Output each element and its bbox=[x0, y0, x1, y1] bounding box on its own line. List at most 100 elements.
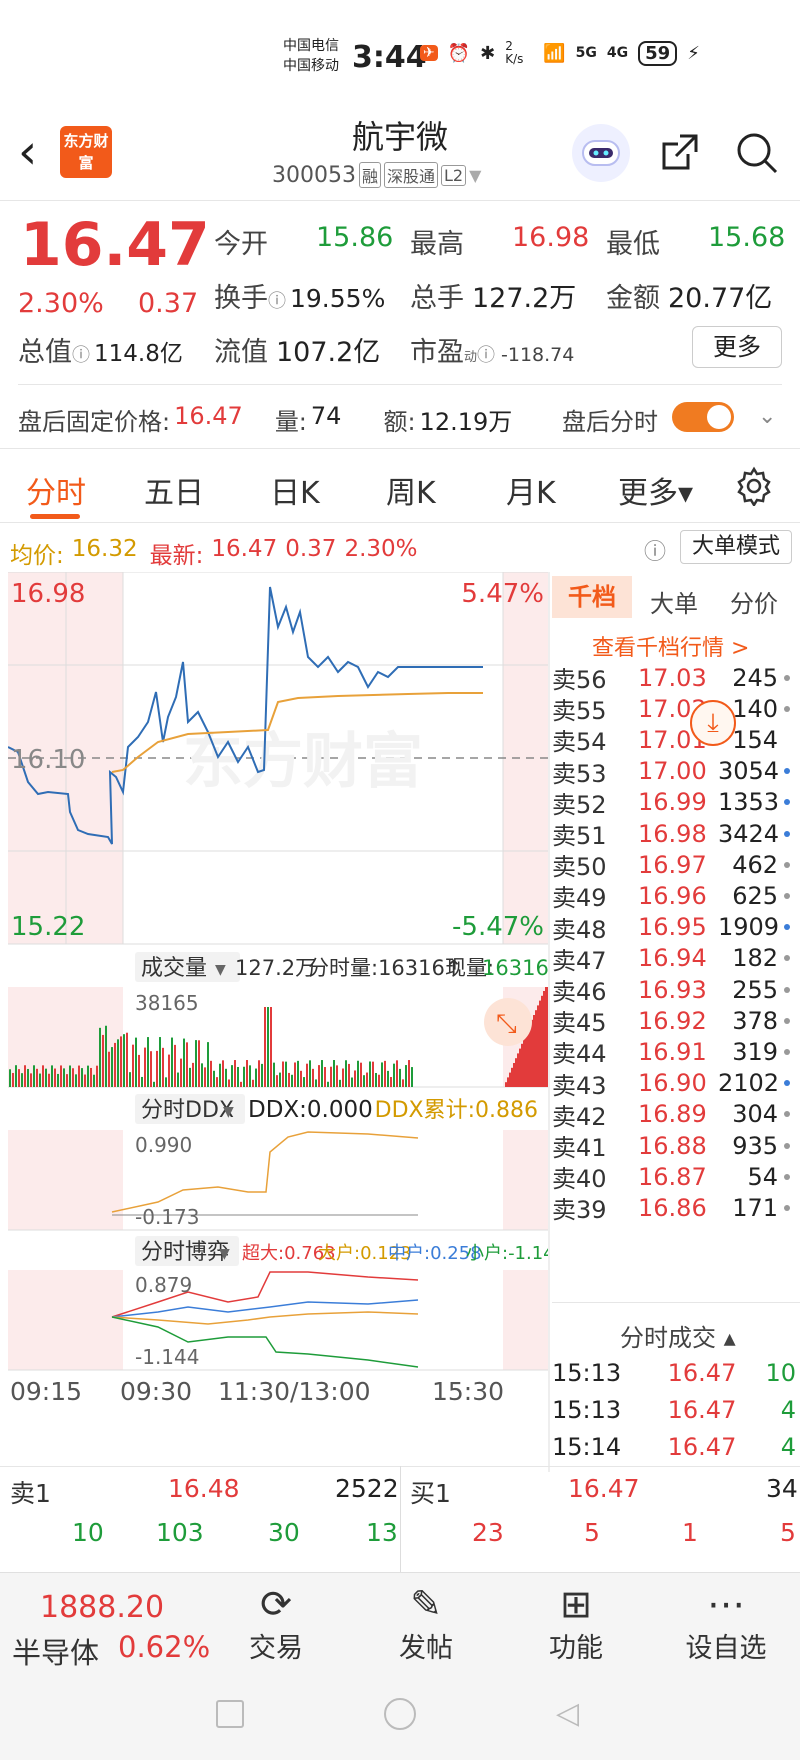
tab-month-k[interactable]: 月K bbox=[506, 468, 556, 512]
level-row: 卖54 17.01 154 bbox=[552, 725, 778, 757]
volume-bar bbox=[237, 1066, 239, 1087]
help-icon[interactable]: ⓘ bbox=[644, 534, 666, 566]
volume-bar bbox=[15, 1065, 17, 1087]
volume-bar bbox=[210, 1060, 212, 1087]
stock-code: 300053 bbox=[272, 162, 356, 188]
more-button[interactable]: 更多 bbox=[692, 326, 782, 368]
volume-bar bbox=[222, 1060, 224, 1087]
volume-bar bbox=[105, 1025, 107, 1087]
nav-post[interactable]: ✎ 发帖 bbox=[376, 1582, 476, 1665]
nav-functions[interactable]: ⊞ 功能 bbox=[526, 1582, 626, 1665]
volume-bar bbox=[45, 1068, 47, 1087]
volume-bar bbox=[198, 1040, 200, 1087]
volume-bar bbox=[300, 1070, 302, 1087]
volume-bar bbox=[144, 1047, 146, 1087]
nav-add-watchlist[interactable]: ⋯ 设自选 bbox=[676, 1582, 776, 1665]
level-row: 卖40 16.87 54 bbox=[552, 1159, 796, 1194]
volume-bar bbox=[333, 1060, 335, 1087]
tab-minute[interactable]: 分时 bbox=[26, 468, 86, 512]
volume-bar bbox=[543, 991, 545, 1087]
volume-split: 分时量:16316↑ bbox=[308, 956, 462, 980]
index-value[interactable]: 1888.20 bbox=[40, 1590, 164, 1625]
index-name[interactable]: 半导体 bbox=[12, 1630, 99, 1672]
amount-row: 金额 20.77亿 bbox=[606, 283, 773, 314]
volume-bar bbox=[505, 1082, 507, 1087]
tab-week-k[interactable]: 周K bbox=[386, 468, 436, 512]
volume-bar bbox=[267, 1007, 269, 1087]
volume-bar bbox=[303, 1077, 305, 1087]
level-row: 卖52 16.99 1353 bbox=[552, 785, 796, 820]
view-levels-link[interactable]: 查看千档行情 > bbox=[592, 630, 749, 662]
volume-bar bbox=[342, 1068, 344, 1087]
volume-bar bbox=[321, 1060, 323, 1087]
intraday-chart[interactable]: 东方财富 16.98 16.10 15.22 5.47% -5.47% 成交量 … bbox=[8, 572, 548, 1452]
share-icon[interactable] bbox=[658, 130, 702, 181]
game-max-label: 0.879 bbox=[135, 1273, 192, 1297]
settings-gear-icon[interactable] bbox=[734, 466, 774, 510]
chevron-down-icon[interactable]: ⌄ bbox=[758, 404, 776, 429]
nav-trade[interactable]: ⟳ 交易 bbox=[226, 1582, 326, 1665]
high-value: 16.98 bbox=[512, 222, 590, 253]
volume-bar bbox=[351, 1077, 353, 1087]
time-label: 11:30/13:00 bbox=[218, 1377, 371, 1406]
home-button[interactable] bbox=[384, 1698, 416, 1730]
tab-more[interactable]: 更多▾ bbox=[618, 468, 693, 512]
volume-bar bbox=[204, 1067, 206, 1087]
tab-thousand-levels[interactable]: 千档 bbox=[552, 576, 632, 618]
volume-bar bbox=[258, 1060, 260, 1087]
volume-bar bbox=[318, 1065, 320, 1087]
divider bbox=[0, 522, 800, 523]
recent-apps-button[interactable] bbox=[216, 1700, 244, 1728]
divider bbox=[548, 572, 550, 1472]
tab-day-k[interactable]: 日K bbox=[270, 468, 320, 512]
volume-bar bbox=[30, 1073, 32, 1087]
open-row: 今开 bbox=[214, 229, 268, 260]
volume-bar bbox=[357, 1060, 359, 1087]
search-icon[interactable] bbox=[734, 130, 780, 183]
volume-bar bbox=[189, 1067, 191, 1087]
volume-bar bbox=[225, 1068, 227, 1087]
tab-price-split[interactable]: 分价 bbox=[730, 584, 778, 619]
volume-bar bbox=[294, 1062, 296, 1087]
after-hours-toggle-label: 盘后分时 bbox=[562, 408, 658, 436]
volume-bar bbox=[285, 1061, 287, 1087]
sell1-volume: 2522 bbox=[335, 1474, 399, 1503]
volume-bar bbox=[384, 1060, 386, 1087]
volume-bar bbox=[21, 1073, 23, 1087]
level-row: 卖47 16.94 182 bbox=[552, 941, 796, 976]
game-title: 分时博弈 bbox=[141, 1240, 229, 1265]
volume-bar bbox=[411, 1067, 413, 1087]
volume-bar bbox=[372, 1061, 374, 1087]
volume-bar bbox=[219, 1063, 221, 1087]
volume-bar bbox=[378, 1074, 380, 1087]
deal-row: 15:14 16.47 4 bbox=[552, 1432, 796, 1461]
last-price: 16.47 bbox=[20, 210, 210, 280]
back-nav-button[interactable]: ◁ bbox=[556, 1696, 579, 1731]
deals-title[interactable]: 分时成交 ▴ bbox=[620, 1318, 736, 1353]
bluetooth-icon: ✱ bbox=[480, 42, 496, 64]
tab-five-day[interactable]: 五日 bbox=[144, 468, 204, 512]
after-hours-toggle[interactable] bbox=[672, 402, 734, 432]
high-label: 最高 bbox=[410, 229, 464, 260]
volume-bar bbox=[330, 1066, 332, 1087]
volume-bar bbox=[261, 1063, 263, 1087]
volume-bar bbox=[369, 1061, 371, 1087]
volume-bar bbox=[541, 995, 543, 1087]
volume-bar bbox=[63, 1068, 65, 1087]
tab-big-order[interactable]: 大单 bbox=[650, 584, 698, 619]
index-pct[interactable]: 0.62% bbox=[118, 1630, 210, 1664]
volume-bar bbox=[327, 1081, 329, 1087]
volume-bar bbox=[183, 1038, 185, 1087]
ai-assistant-icon[interactable] bbox=[572, 124, 630, 182]
volume-bar bbox=[90, 1067, 92, 1087]
app-notification-icon: ✈ bbox=[420, 45, 438, 61]
volume-bar bbox=[324, 1067, 326, 1087]
float-row: 流值 107.2亿 bbox=[214, 337, 381, 368]
volume-bar bbox=[87, 1065, 89, 1087]
status-icons: ✈ ⏰ ✱ 2 K/s 📶 5G 4G 59 ⚡ bbox=[420, 40, 700, 66]
volume-bar bbox=[102, 1034, 104, 1087]
download-icon[interactable]: ⤓ bbox=[690, 700, 736, 746]
volume-bar bbox=[255, 1068, 257, 1087]
ddx-max-label: 0.990 bbox=[135, 1133, 192, 1157]
big-order-mode-button[interactable]: 大单模式 bbox=[680, 530, 792, 564]
